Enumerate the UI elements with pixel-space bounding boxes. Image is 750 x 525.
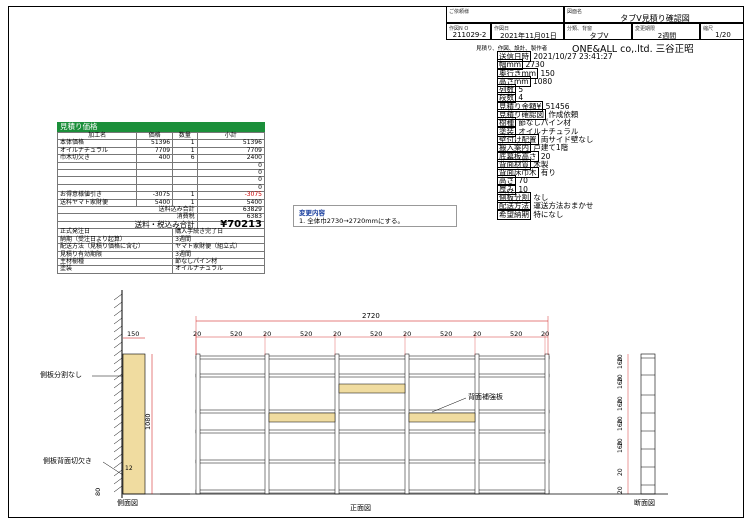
section-view: 20160201602016020160201602020 (600, 353, 668, 495)
hatch-stroke (113, 373, 123, 381)
hatch-stroke (113, 469, 123, 477)
hatch-stroke (113, 413, 123, 421)
section-dim-text: 160 (617, 357, 624, 369)
hatch-stroke (113, 341, 123, 349)
hatch-stroke (113, 421, 123, 429)
segment-dim-text: 520 (440, 330, 452, 338)
shelf (195, 373, 550, 378)
hatch-stroke (113, 461, 123, 469)
front-view-label: 正面図 (350, 504, 371, 512)
segment-dim-text: 520 (510, 330, 522, 338)
hatch-stroke (113, 325, 123, 333)
hatch-stroke (113, 453, 123, 461)
segment-dim-text: 520 (230, 330, 242, 338)
side-panel (122, 353, 146, 495)
side-notch-dim: 12 (125, 465, 133, 472)
wall-hatch (113, 293, 123, 493)
hatch-stroke (113, 437, 123, 445)
segment-dim-text: 20 (473, 330, 481, 338)
shelf (195, 459, 550, 464)
shelf (195, 489, 550, 494)
section-dim-text: 160 (617, 419, 624, 431)
back-reinforcement-board (268, 412, 336, 423)
shelf (195, 355, 550, 360)
hatch-stroke (113, 365, 123, 373)
shelf (195, 409, 550, 414)
side-view-label: 側面図 (117, 498, 138, 507)
section-dim-text: 20 (617, 468, 624, 476)
vertical-post (474, 353, 480, 495)
back-reinforcement-board (408, 412, 476, 423)
section-dim-text: 20 (617, 486, 624, 494)
vertical-post (404, 353, 410, 495)
hatch-stroke (113, 333, 123, 341)
vertical-post (195, 353, 201, 495)
hatch-stroke (113, 317, 123, 325)
side-note-2-leader (102, 461, 124, 476)
hatch-stroke (113, 485, 123, 493)
shelf (195, 429, 550, 434)
section-dim-text: 160 (617, 399, 624, 411)
hatch-stroke (113, 429, 123, 437)
front-note: 背面補強板 (468, 392, 503, 401)
back-reinforcement-board (338, 383, 406, 394)
side-base-dim: 80 (94, 488, 102, 496)
segment-dim-text: 20 (333, 330, 341, 338)
hatch-stroke (113, 309, 123, 317)
section-dim-text: 160 (617, 441, 624, 453)
segment-dim-text: 20 (263, 330, 271, 338)
hatch-stroke (113, 405, 123, 413)
hatch-stroke (113, 381, 123, 389)
segment-dim-text: 20 (403, 330, 411, 338)
overall-dim-text: 2720 (362, 312, 380, 320)
side-note-2: 側板背面切欠き (43, 456, 92, 465)
hatch-stroke (113, 389, 123, 397)
hatch-stroke (113, 349, 123, 357)
vertical-post (264, 353, 270, 495)
hatch-stroke (113, 397, 123, 405)
side-note-1: 側板分割なし (40, 370, 82, 379)
section-dim-text: 160 (617, 377, 624, 389)
segment-dim-text: 520 (370, 330, 382, 338)
hatch-stroke (113, 301, 123, 309)
side-width-dim: 150 (127, 330, 139, 338)
hatch-stroke (113, 445, 123, 453)
front-view: 272020 520 20 520 20 520 20 520 20 520 20 (160, 312, 600, 495)
vertical-post (334, 353, 340, 495)
hatch-stroke (113, 293, 123, 301)
segment-dim-text: 520 (300, 330, 312, 338)
hatch-stroke (113, 357, 123, 365)
drawing-views: 150 1080 80 12 側板分割なし 側板背面切欠き 側面図 2720 20… (40, 290, 668, 512)
side-height-dim: 1080 (144, 413, 152, 430)
hatch-stroke (113, 477, 123, 485)
segment-dim-text: 20 (193, 330, 201, 338)
vertical-post (544, 353, 550, 495)
section-view-label: 断面図 (634, 498, 655, 507)
